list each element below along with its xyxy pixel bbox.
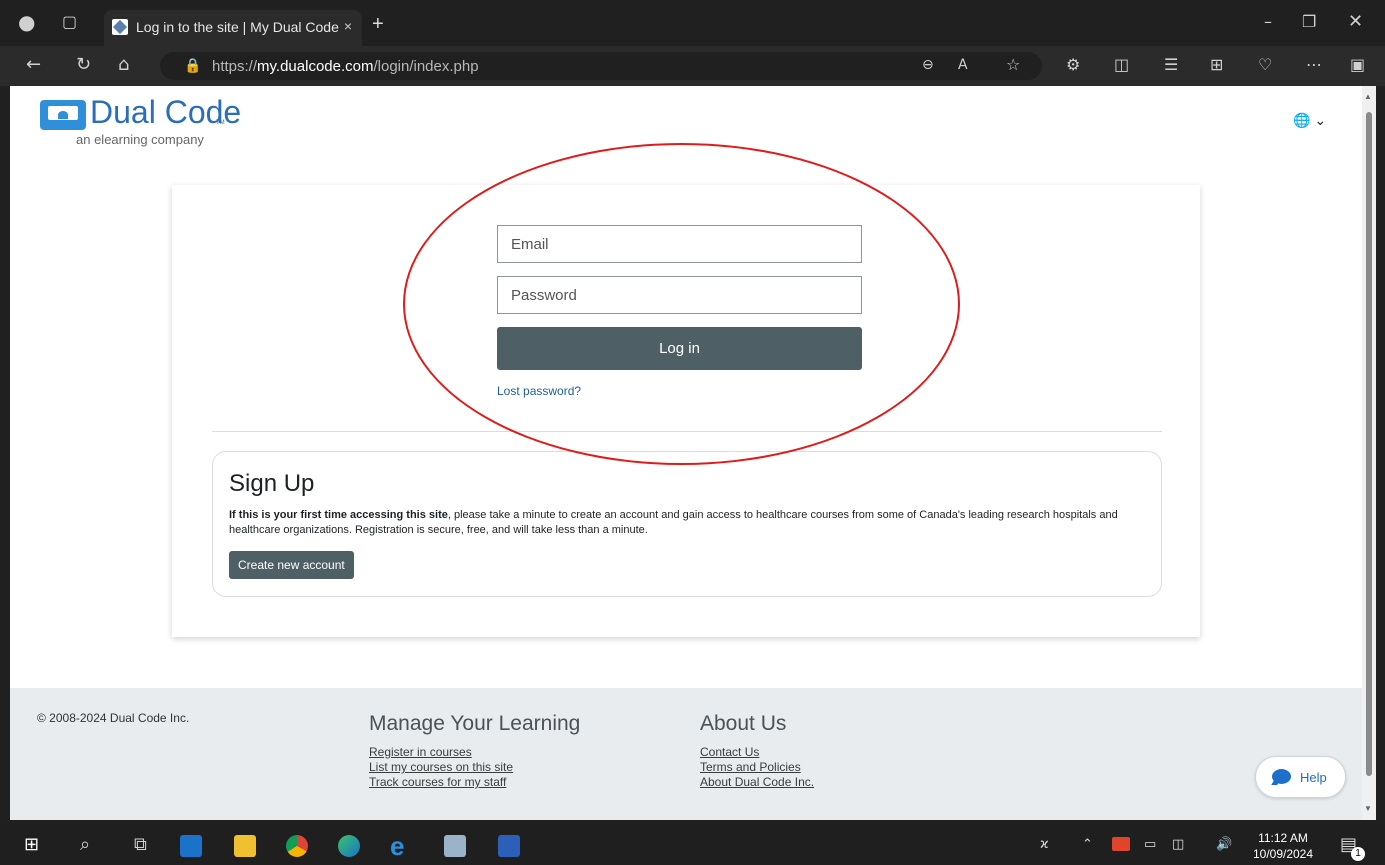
- refresh-icon[interactable]: ↻: [76, 56, 91, 74]
- network-icon[interactable]: ◫: [1172, 837, 1184, 852]
- browser-tab[interactable]: Log in to the site | My Dual Code ×: [104, 10, 362, 46]
- create-account-button[interactable]: Create new account: [229, 551, 354, 579]
- internet-explorer-icon[interactable]: e: [390, 831, 412, 861]
- favorites-icon[interactable]: ☰: [1164, 57, 1178, 73]
- signup-intro-bold: If this is your first time accessing thi…: [229, 509, 448, 521]
- scroll-down-icon[interactable]: ▼: [1364, 804, 1372, 813]
- browser-tab-bar: ● ▢ Log in to the site | My Dual Code × …: [0, 0, 1385, 46]
- tab-actions-icon[interactable]: ▢: [62, 14, 77, 30]
- chrome-icon[interactable]: [286, 835, 308, 857]
- scroll-up-icon[interactable]: ▲: [1364, 92, 1372, 101]
- edge-icon[interactable]: [338, 835, 360, 857]
- signup-section: Sign Up If this is your first time acces…: [212, 451, 1162, 597]
- login-card: Log in Lost password? Sign Up If this is…: [172, 185, 1200, 637]
- signup-title: Sign Up: [229, 470, 315, 497]
- track-courses-link[interactable]: Track courses for my staff: [369, 775, 580, 790]
- lock-icon[interactable]: 🔒: [184, 57, 201, 74]
- manage-learning-title: Manage Your Learning: [369, 712, 581, 735]
- register-courses-link[interactable]: Register in courses: [369, 745, 580, 760]
- new-tab-button[interactable]: +: [372, 13, 384, 36]
- about-us-title: About Us: [700, 712, 787, 735]
- copyright-text: © 2008-2024 Dual Code Inc.: [37, 711, 190, 725]
- list-courses-link[interactable]: List my courses on this site: [369, 760, 580, 775]
- vpn-icon[interactable]: [1112, 837, 1130, 851]
- taskbar-clock[interactable]: 11:12 AM 10/09/2024: [1248, 830, 1318, 862]
- collections-icon[interactable]: ⊞: [1210, 57, 1223, 73]
- chat-bubble-icon: [1272, 769, 1291, 784]
- task-view-icon[interactable]: ⧉: [134, 836, 147, 854]
- show-hidden-icons-icon[interactable]: ⌃: [1082, 837, 1093, 852]
- people-icon[interactable]: ϰ: [1040, 837, 1049, 852]
- manage-learning-column: Manage Your Learning Register in courses…: [369, 712, 580, 790]
- word-icon[interactable]: [498, 835, 520, 857]
- language-menu-button[interactable]: 🌐 ⌄: [1293, 112, 1326, 129]
- logo-tagline: an elearning company: [76, 132, 204, 147]
- restore-icon[interactable]: ❐: [1302, 14, 1316, 30]
- page-viewport: Dual Code TM an elearning company 🌐 ⌄ Lo…: [10, 86, 1362, 820]
- outlook-icon[interactable]: [180, 835, 202, 857]
- read-aloud-icon[interactable]: A: [958, 58, 968, 72]
- site-favicon-icon: [112, 19, 128, 35]
- about-dual-code-link[interactable]: About Dual Code Inc.: [700, 775, 814, 790]
- minimize-icon[interactable]: –: [1264, 14, 1272, 30]
- logo-mark-icon: [40, 100, 86, 130]
- search-icon[interactable]: ⌕: [80, 836, 90, 854]
- clock-time: 11:12 AM: [1258, 831, 1308, 845]
- more-options-icon[interactable]: ⋯: [1306, 57, 1322, 73]
- scroll-thumb[interactable]: [1366, 112, 1372, 776]
- windows-taskbar: ⊞ ⌕ ⧉ e ϰ ⌃ ▭ ◫ 🔊 11:12 AM 10/09/2024 ▤ …: [0, 825, 1385, 865]
- calculator-icon[interactable]: [444, 835, 466, 857]
- tab-title: Log in to the site | My Dual Code: [136, 19, 339, 35]
- page-scrollbar[interactable]: ▲ ▼: [1362, 86, 1376, 820]
- browser-toolbar: ← ↻ ⌂ 🔒 https://my.dualcode.com/login/in…: [0, 46, 1385, 86]
- notification-count-badge: 1: [1351, 847, 1365, 861]
- password-field-wrapper: [497, 276, 862, 314]
- lost-password-link[interactable]: Lost password?: [497, 384, 581, 398]
- clock-date: 10/09/2024: [1252, 847, 1314, 861]
- split-screen-icon[interactable]: ◫: [1114, 57, 1129, 73]
- browser-essentials-icon[interactable]: ♡: [1258, 57, 1272, 73]
- password-input[interactable]: [498, 277, 861, 313]
- email-input[interactable]: [498, 226, 861, 262]
- tab-close-icon[interactable]: ×: [344, 18, 352, 34]
- volume-icon[interactable]: 🔊: [1216, 837, 1232, 852]
- terms-policies-link[interactable]: Terms and Policies: [700, 760, 814, 775]
- email-field-wrapper: [497, 225, 862, 263]
- back-icon[interactable]: ←: [26, 56, 41, 74]
- favorite-star-icon[interactable]: ☆: [1006, 57, 1020, 73]
- windows-start-icon[interactable]: ⊞: [24, 836, 39, 854]
- signup-description: If this is your first time accessing thi…: [229, 508, 1149, 538]
- login-button[interactable]: Log in: [497, 327, 862, 370]
- help-label: Help: [1300, 770, 1327, 785]
- zoom-icon[interactable]: ⊖: [922, 58, 934, 72]
- page-footer: © 2008-2024 Dual Code Inc. Manage Your L…: [10, 688, 1362, 820]
- profile-icon[interactable]: ●: [18, 12, 35, 32]
- close-window-icon[interactable]: ✕: [1348, 13, 1363, 31]
- extensions-icon[interactable]: ⚙: [1066, 57, 1080, 73]
- home-icon[interactable]: ⌂: [118, 56, 129, 74]
- logo-trademark: TM: [216, 120, 225, 126]
- sidebar-toggle-icon[interactable]: ▣: [1350, 57, 1365, 73]
- help-button[interactable]: Help: [1255, 756, 1346, 798]
- url-text[interactable]: https://my.dualcode.com/login/index.php: [212, 58, 479, 75]
- about-us-column: About Us Contact Us Terms and Policies A…: [700, 712, 814, 790]
- contact-us-link[interactable]: Contact Us: [700, 745, 814, 760]
- file-explorer-icon[interactable]: [234, 835, 256, 857]
- battery-icon[interactable]: ▭: [1144, 837, 1156, 852]
- address-bar[interactable]: 🔒 https://my.dualcode.com/login/index.ph…: [160, 52, 1042, 80]
- divider: [212, 431, 1162, 432]
